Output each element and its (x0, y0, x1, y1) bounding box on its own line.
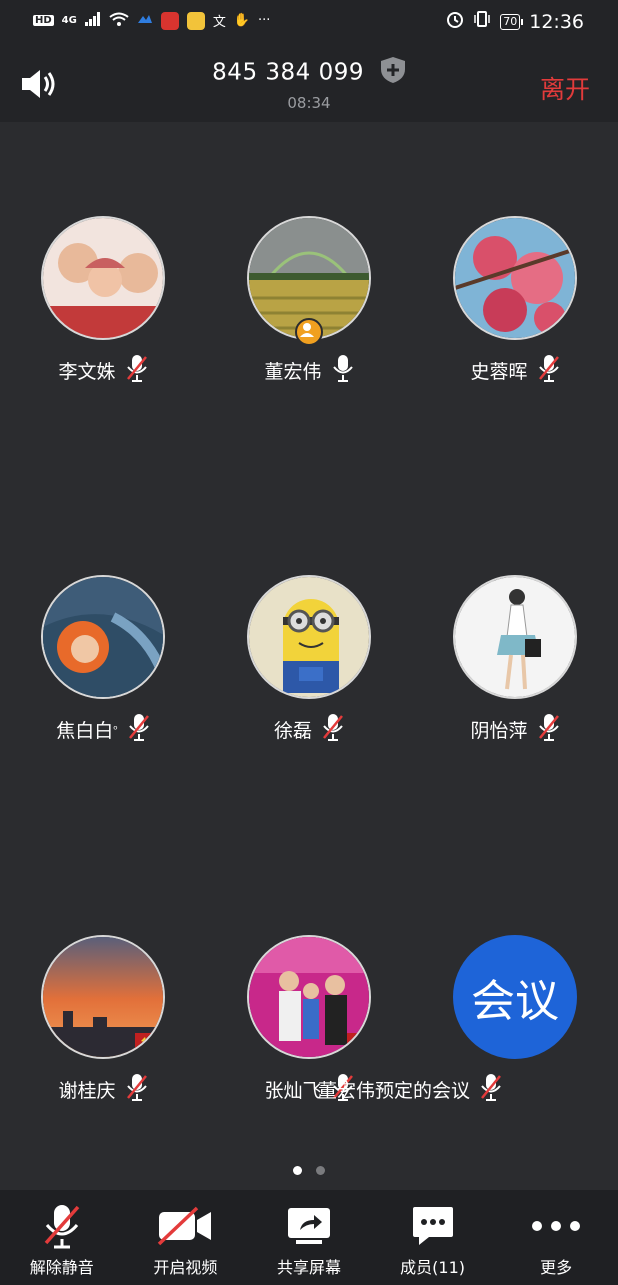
participant-tile[interactable]: 谢桂庆 (0, 935, 206, 1106)
participant-name: 董宏伟预定的会议 (317, 1080, 470, 1102)
avatar (247, 216, 371, 346)
participant-name: 李文姝 (58, 361, 116, 383)
participant-name: 谢桂庆 (58, 1080, 116, 1102)
meeting-timer: 08:34 (287, 94, 331, 112)
meeting-id: 845 384 099 (212, 59, 364, 86)
share-screen-button[interactable]: 共享屏幕 (247, 1190, 371, 1285)
vibrate-icon (473, 10, 491, 33)
more-button[interactable]: 更多 (494, 1190, 618, 1285)
meeting-id-row[interactable]: 845 384 099 (0, 56, 618, 90)
participant-tile[interactable]: 董宏伟 (206, 216, 412, 387)
more-label: 更多 (540, 1258, 573, 1277)
video-off-icon (157, 1202, 213, 1250)
participant-tile[interactable]: 史蓉晖 (412, 216, 618, 387)
participant-name: 焦白白ₒ (56, 719, 118, 742)
share-screen-label: 共享屏幕 (276, 1258, 341, 1277)
unmute-label: 解除静音 (29, 1258, 94, 1277)
meeting-toolbar: 解除静音 开启视频 共享屏幕 成员(11) 更多 (0, 1190, 618, 1285)
hand-icon: ✋ (233, 13, 251, 28)
news-app-icon (186, 11, 205, 30)
battery-icon: 70 (500, 13, 524, 30)
avatar (41, 935, 165, 1059)
wifi-icon (109, 12, 129, 30)
participant-tile[interactable]: 李文姝 (0, 216, 206, 387)
avatar (453, 216, 577, 340)
participant-tile[interactable]: 焦白白ₒ (0, 575, 206, 746)
avatar (247, 575, 371, 699)
avatar (453, 575, 577, 699)
page-indicator[interactable] (0, 1166, 618, 1175)
signal-icon (84, 11, 101, 30)
meeting-room-avatar: 会议 (453, 935, 577, 1059)
unmute-button[interactable]: 解除静音 (0, 1190, 124, 1285)
start-video-label: 开启视频 (153, 1258, 218, 1277)
network-label: 4G (61, 15, 77, 26)
participant-tile[interactable]: 徐磊 (206, 575, 412, 746)
app-notification-icon (137, 13, 153, 29)
mic-muted-icon (42, 1202, 82, 1250)
mic-muted-icon (538, 354, 560, 387)
mic-on-icon (332, 354, 354, 387)
members-label: 成员(11) (400, 1258, 465, 1277)
mic-muted-icon (538, 713, 560, 746)
alarm-icon (446, 10, 464, 33)
participant-tile[interactable]: 阴怡萍 (412, 575, 618, 746)
host-badge-icon (295, 318, 323, 346)
clock: 12:36 (529, 10, 584, 33)
participant-name: 董宏伟 (264, 361, 322, 383)
participant-name: 史蓉晖 (470, 361, 528, 383)
avatar (247, 935, 371, 1059)
participant-name: 徐磊 (273, 720, 312, 742)
status-bar: HD 4G 文 ✋ ··· 70 12:36 (0, 0, 618, 46)
participant-name: 阴怡萍 (470, 720, 528, 742)
translate-icon: 文 (212, 15, 226, 30)
meeting-header: 845 384 099 08:34 离开 (0, 46, 618, 122)
status-right: 70 12:36 (446, 10, 584, 33)
leave-button[interactable]: 离开 (540, 70, 590, 106)
page-dot-active[interactable] (293, 1166, 302, 1175)
share-screen-icon (286, 1202, 332, 1250)
mic-muted-icon (126, 354, 148, 387)
status-left: HD 4G 文 ✋ ··· (33, 11, 270, 30)
mic-muted-icon (126, 1073, 148, 1106)
start-video-button[interactable]: 开启视频 (124, 1190, 248, 1285)
avatar (41, 575, 165, 699)
security-shield-icon[interactable] (380, 56, 406, 90)
more-dots-icon (531, 1202, 581, 1250)
mic-muted-icon (480, 1073, 502, 1106)
recorder-app-icon (160, 11, 179, 30)
participant-tile[interactable]: 会议 董宏伟预定的会议 (318, 935, 618, 1106)
avatar (41, 216, 165, 340)
page-dot[interactable] (316, 1166, 325, 1175)
hd-badge: HD (33, 15, 54, 26)
more-notifications-icon: ··· (258, 13, 271, 28)
mic-muted-icon (322, 713, 344, 746)
members-button[interactable]: 成员(11) (371, 1190, 495, 1285)
chat-members-icon (411, 1202, 455, 1250)
mic-muted-icon (128, 713, 150, 746)
